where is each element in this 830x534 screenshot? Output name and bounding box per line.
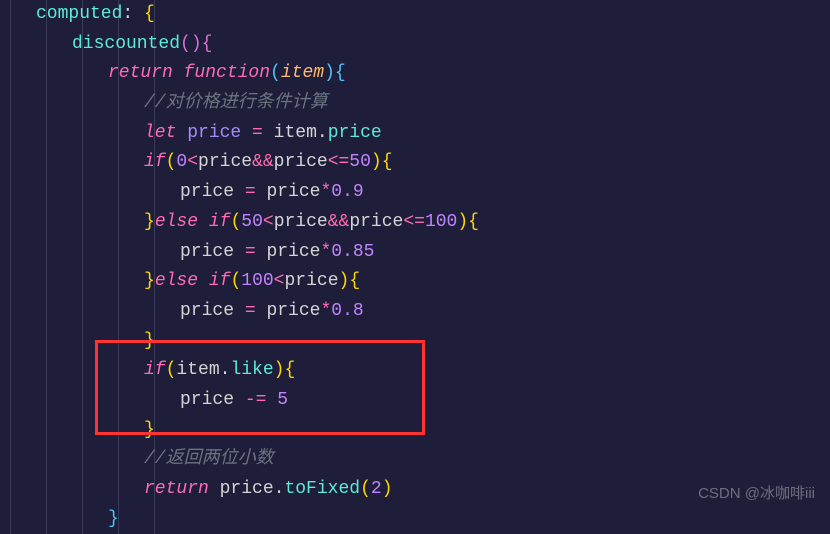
code-line: price = price*0.8 [0, 297, 830, 327]
code-line: }else if(100<price){ [0, 267, 830, 297]
code-line: } [0, 327, 830, 357]
code-line: computed: { [0, 0, 830, 30]
code-line: price -= 5 [0, 386, 830, 416]
code-line: if(item.like){ [0, 356, 830, 386]
code-line: price = price*0.9 [0, 178, 830, 208]
code-line: if(0<price&&price<=50){ [0, 148, 830, 178]
code-line: } [0, 416, 830, 446]
watermark: CSDN @冰咖啡iii [698, 482, 815, 507]
code-line: price = price*0.85 [0, 238, 830, 268]
code-line: discounted(){ [0, 30, 830, 60]
code-line: } [0, 505, 830, 534]
code-line: //对价格进行条件计算 [0, 89, 830, 119]
code-line: let price = item.price [0, 119, 830, 149]
code-line: return function(item){ [0, 59, 830, 89]
code-line: //返回两位小数 [0, 445, 830, 475]
code-editor: computed: { discounted(){ return functio… [0, 0, 830, 534]
code-line: }else if(50<price&&price<=100){ [0, 208, 830, 238]
